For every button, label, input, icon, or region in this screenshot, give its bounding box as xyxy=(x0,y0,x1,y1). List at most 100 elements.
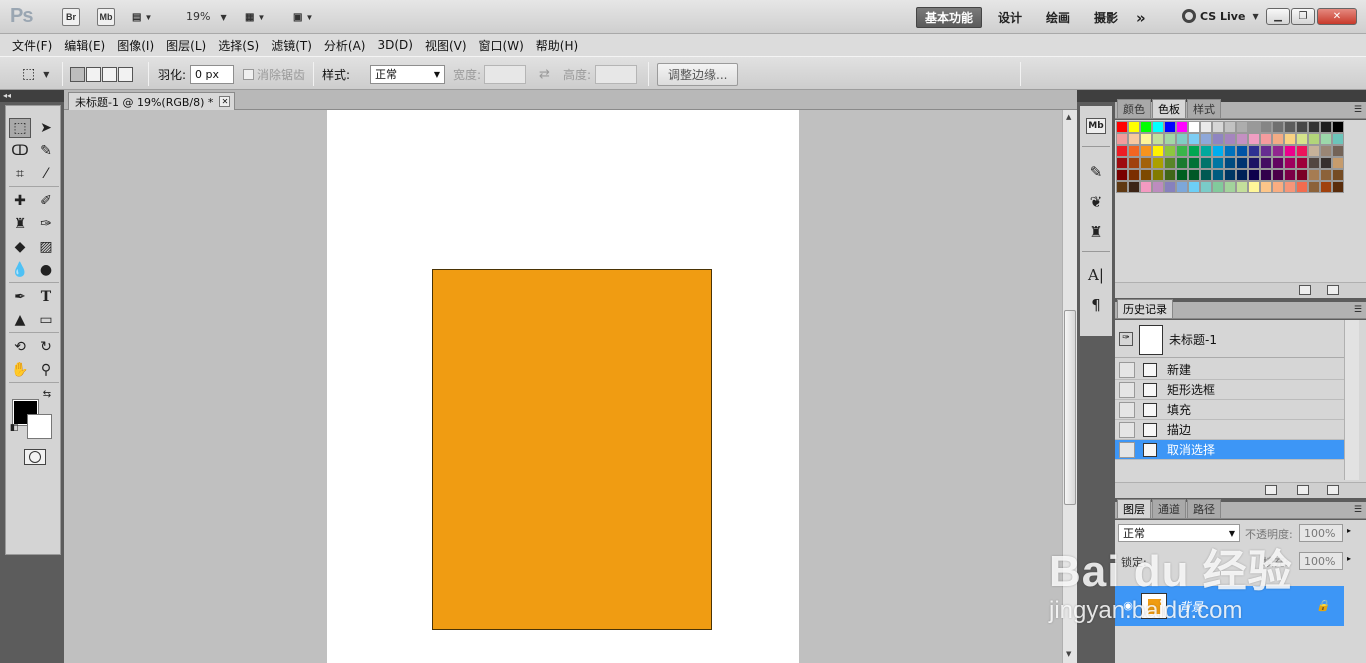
swatch[interactable] xyxy=(1212,133,1224,145)
swatch[interactable] xyxy=(1140,121,1152,133)
workspace-design-button[interactable]: 设计 xyxy=(990,7,1030,28)
swatch[interactable] xyxy=(1320,133,1332,145)
swatch[interactable] xyxy=(1176,133,1188,145)
swatch[interactable] xyxy=(1128,169,1140,181)
swap-colors-icon[interactable]: ⇆ xyxy=(40,388,54,400)
swatch[interactable] xyxy=(1272,133,1284,145)
menu-select[interactable]: 选择(S) xyxy=(212,37,265,54)
history-source-checkbox[interactable] xyxy=(1119,421,1135,438)
swatch[interactable] xyxy=(1152,169,1164,181)
crop-tool-icon[interactable]: ⌗ xyxy=(9,164,31,184)
dodge-tool-icon[interactable]: ● xyxy=(35,260,57,280)
swatch[interactable] xyxy=(1272,121,1284,133)
screen-mode-button[interactable]: ▣ ▼ xyxy=(293,8,313,26)
swatch[interactable] xyxy=(1200,169,1212,181)
swatch[interactable] xyxy=(1284,181,1296,193)
swatch[interactable] xyxy=(1272,157,1284,169)
swatch[interactable] xyxy=(1152,121,1164,133)
menu-window[interactable]: 窗口(W) xyxy=(473,37,530,54)
swatch[interactable] xyxy=(1308,145,1320,157)
tab-swatches[interactable]: 色板 xyxy=(1152,99,1186,118)
swatch[interactable] xyxy=(1296,145,1308,157)
chevron-right-icon[interactable]: ▸ xyxy=(1347,526,1351,535)
swatch[interactable] xyxy=(1116,133,1128,145)
swatch[interactable] xyxy=(1188,145,1200,157)
scroll-up-icon[interactable]: ▲ xyxy=(1066,113,1071,121)
mini-bridge-button[interactable]: Mb xyxy=(97,8,115,26)
swatch[interactable] xyxy=(1224,181,1236,193)
style-select[interactable]: 正常 ▼ xyxy=(370,64,445,84)
swatch[interactable] xyxy=(1224,169,1236,181)
swatch[interactable] xyxy=(1308,133,1320,145)
swatch[interactable] xyxy=(1164,157,1176,169)
swatch[interactable] xyxy=(1332,169,1344,181)
swatch[interactable] xyxy=(1272,181,1284,193)
swatch[interactable] xyxy=(1236,157,1248,169)
swatch[interactable] xyxy=(1140,181,1152,193)
swatch[interactable] xyxy=(1188,157,1200,169)
panel-menu-icon[interactable]: ☰ xyxy=(1354,105,1362,115)
brush-presets-icon[interactable]: ✎ xyxy=(1084,161,1108,183)
swatch[interactable] xyxy=(1284,157,1296,169)
swatch[interactable] xyxy=(1200,121,1212,133)
zoom-level-select[interactable]: 19% ▼ xyxy=(186,10,227,23)
tab-layers[interactable]: 图层 xyxy=(1117,499,1151,518)
swatch[interactable] xyxy=(1236,121,1248,133)
swatch[interactable] xyxy=(1200,145,1212,157)
swatch[interactable] xyxy=(1236,169,1248,181)
close-window-button[interactable]: ✕ xyxy=(1317,8,1357,25)
height-input[interactable] xyxy=(595,64,637,84)
intersect-selection-icon[interactable] xyxy=(118,66,133,82)
history-source-checkbox[interactable] xyxy=(1119,381,1135,398)
swatch[interactable] xyxy=(1308,157,1320,169)
blur-tool-icon[interactable]: 💧 xyxy=(9,260,31,280)
swatch[interactable] xyxy=(1236,133,1248,145)
restore-button[interactable]: ❐ xyxy=(1291,8,1315,25)
3d-rotate-tool-icon[interactable]: ⟲ xyxy=(9,337,31,357)
swatch[interactable] xyxy=(1308,181,1320,193)
tab-channels[interactable]: 通道 xyxy=(1152,499,1186,518)
camera-icon[interactable] xyxy=(1297,485,1309,495)
collapse-toolbox-icon[interactable]: ◂◂ xyxy=(0,90,64,102)
swatch[interactable] xyxy=(1152,133,1164,145)
swatch[interactable] xyxy=(1116,121,1128,133)
menu-3d[interactable]: 3D(D) xyxy=(371,38,418,52)
swatch[interactable] xyxy=(1248,181,1260,193)
swatch[interactable] xyxy=(1140,145,1152,157)
swatch[interactable] xyxy=(1332,145,1344,157)
bridge-button[interactable]: Br xyxy=(62,8,80,26)
clone-source-icon[interactable]: ♜ xyxy=(1084,221,1108,243)
history-state-row[interactable]: 取消选择 xyxy=(1115,440,1344,460)
swatch[interactable] xyxy=(1320,181,1332,193)
swatch[interactable] xyxy=(1164,145,1176,157)
quick-selection-tool-icon[interactable]: ✎ xyxy=(35,141,57,161)
swatch[interactable] xyxy=(1284,145,1296,157)
workspace-photography-button[interactable]: 摄影 xyxy=(1086,7,1126,28)
path-selection-tool-icon[interactable]: ▲ xyxy=(9,310,31,330)
pen-tool-icon[interactable]: ✒ xyxy=(9,287,31,307)
menu-file[interactable]: 文件(F) xyxy=(6,37,58,54)
brush-panel-icon[interactable]: ❦ xyxy=(1084,191,1108,213)
close-icon[interactable]: ✕ xyxy=(219,96,231,107)
menu-view[interactable]: 视图(V) xyxy=(419,37,473,54)
swatch[interactable] xyxy=(1116,181,1128,193)
lasso-tool-icon[interactable]: ↀ xyxy=(9,141,31,161)
document-tab[interactable]: 未标题-1 @ 19%(RGB/8) * ✕ xyxy=(68,92,236,110)
swatch[interactable] xyxy=(1260,181,1272,193)
swatch[interactable] xyxy=(1248,145,1260,157)
antialias-checkbox[interactable]: 消除锯齿 xyxy=(243,57,305,91)
swatch[interactable] xyxy=(1236,181,1248,193)
zoom-tool-icon[interactable]: ⚲ xyxy=(35,360,57,380)
blend-mode-select[interactable]: 正常 ▼ xyxy=(1118,524,1240,542)
history-state-row[interactable]: 矩形选框 xyxy=(1115,380,1344,400)
new-selection-icon[interactable] xyxy=(70,66,85,82)
eyedropper-tool-icon[interactable]: ⁄ xyxy=(35,164,57,184)
tab-history[interactable]: 历史记录 xyxy=(1117,299,1173,318)
swatch[interactable] xyxy=(1248,121,1260,133)
view-extras-button[interactable]: ▤ ▼ xyxy=(132,8,152,26)
swatch[interactable] xyxy=(1308,169,1320,181)
swatch[interactable] xyxy=(1260,169,1272,181)
healing-brush-tool-icon[interactable]: ✚ xyxy=(9,191,31,211)
width-input[interactable] xyxy=(484,64,526,84)
swatch[interactable] xyxy=(1164,133,1176,145)
